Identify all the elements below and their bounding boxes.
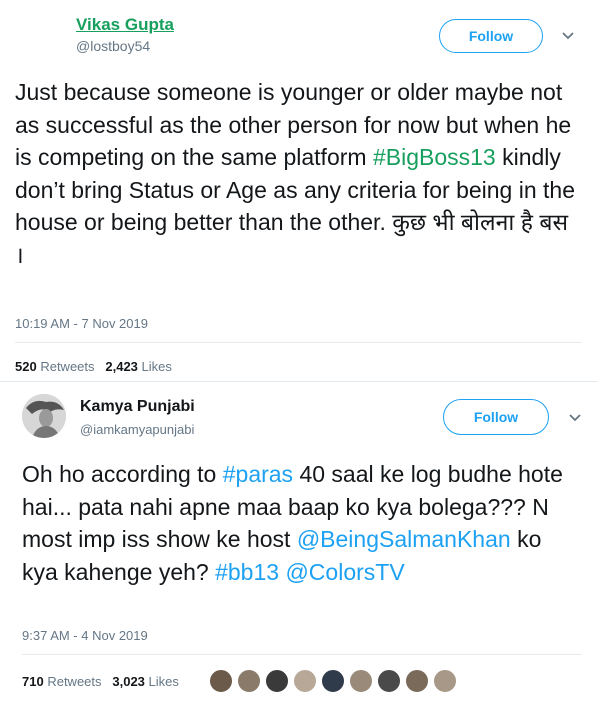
follow-button[interactable]: Follow — [439, 19, 543, 53]
liker-avatar[interactable] — [265, 669, 289, 693]
liker-avatar[interactable] — [237, 669, 261, 693]
hashtag-link[interactable]: #bb13 — [215, 559, 279, 585]
tweet-kamya-punjabi: Kamya Punjabi @iamkamyapunjabi Follow Oh… — [0, 381, 597, 710]
tweet-timestamp[interactable]: 9:37 AM - 4 Nov 2019 — [22, 628, 148, 643]
retweets-label: Retweets — [47, 674, 102, 689]
hashtag-link[interactable]: #paras — [223, 461, 293, 487]
liker-avatar[interactable] — [321, 669, 345, 693]
author-name[interactable]: Kamya Punjabi — [80, 398, 195, 416]
avatar[interactable] — [22, 394, 66, 438]
tweet-timestamp[interactable]: 10:19 AM - 7 Nov 2019 — [15, 316, 148, 331]
tweet-stats: 520 Retweets 2,423 Likes — [15, 359, 172, 374]
retweet-count[interactable]: 520 — [15, 359, 37, 374]
tweet-vikas-gupta: Vikas Gupta @lostboy54 Follow Just becau… — [0, 0, 597, 380]
likes-label: Likes — [141, 359, 172, 374]
liker-avatar[interactable] — [377, 669, 401, 693]
chevron-down-icon[interactable] — [568, 413, 582, 423]
likes-label: Likes — [148, 674, 179, 689]
author-name[interactable]: Vikas Gupta — [76, 15, 174, 35]
mention-link[interactable]: @BeingSalmanKhan — [297, 526, 511, 552]
retweets-label: Retweets — [40, 359, 95, 374]
like-count[interactable]: 2,423 — [105, 359, 138, 374]
liker-avatar[interactable] — [209, 669, 233, 693]
like-count[interactable]: 3,023 — [112, 674, 145, 689]
liker-avatar[interactable] — [349, 669, 373, 693]
tweet-stats: 710 Retweets 3,023 Likes — [22, 674, 179, 689]
text-segment: Oh ho according to — [22, 461, 223, 487]
divider — [15, 342, 582, 343]
retweet-count[interactable]: 710 — [22, 674, 44, 689]
mention-link[interactable]: @ColorsTV — [285, 559, 404, 585]
liker-avatar[interactable] — [405, 669, 429, 693]
liker-avatar[interactable] — [293, 669, 317, 693]
tweet-text: Oh ho according to #paras 40 saal ke log… — [22, 458, 567, 588]
author-handle[interactable]: @iamkamyapunjabi — [80, 422, 194, 437]
divider — [22, 654, 582, 655]
follow-button[interactable]: Follow — [443, 399, 549, 435]
hashtag-link[interactable]: #BigBoss13 — [373, 144, 496, 170]
liker-avatar[interactable] — [433, 669, 457, 693]
tweet-text: Just because someone is younger or older… — [15, 76, 575, 271]
author-handle[interactable]: @lostboy54 — [76, 38, 150, 54]
chevron-down-icon[interactable] — [561, 31, 575, 41]
